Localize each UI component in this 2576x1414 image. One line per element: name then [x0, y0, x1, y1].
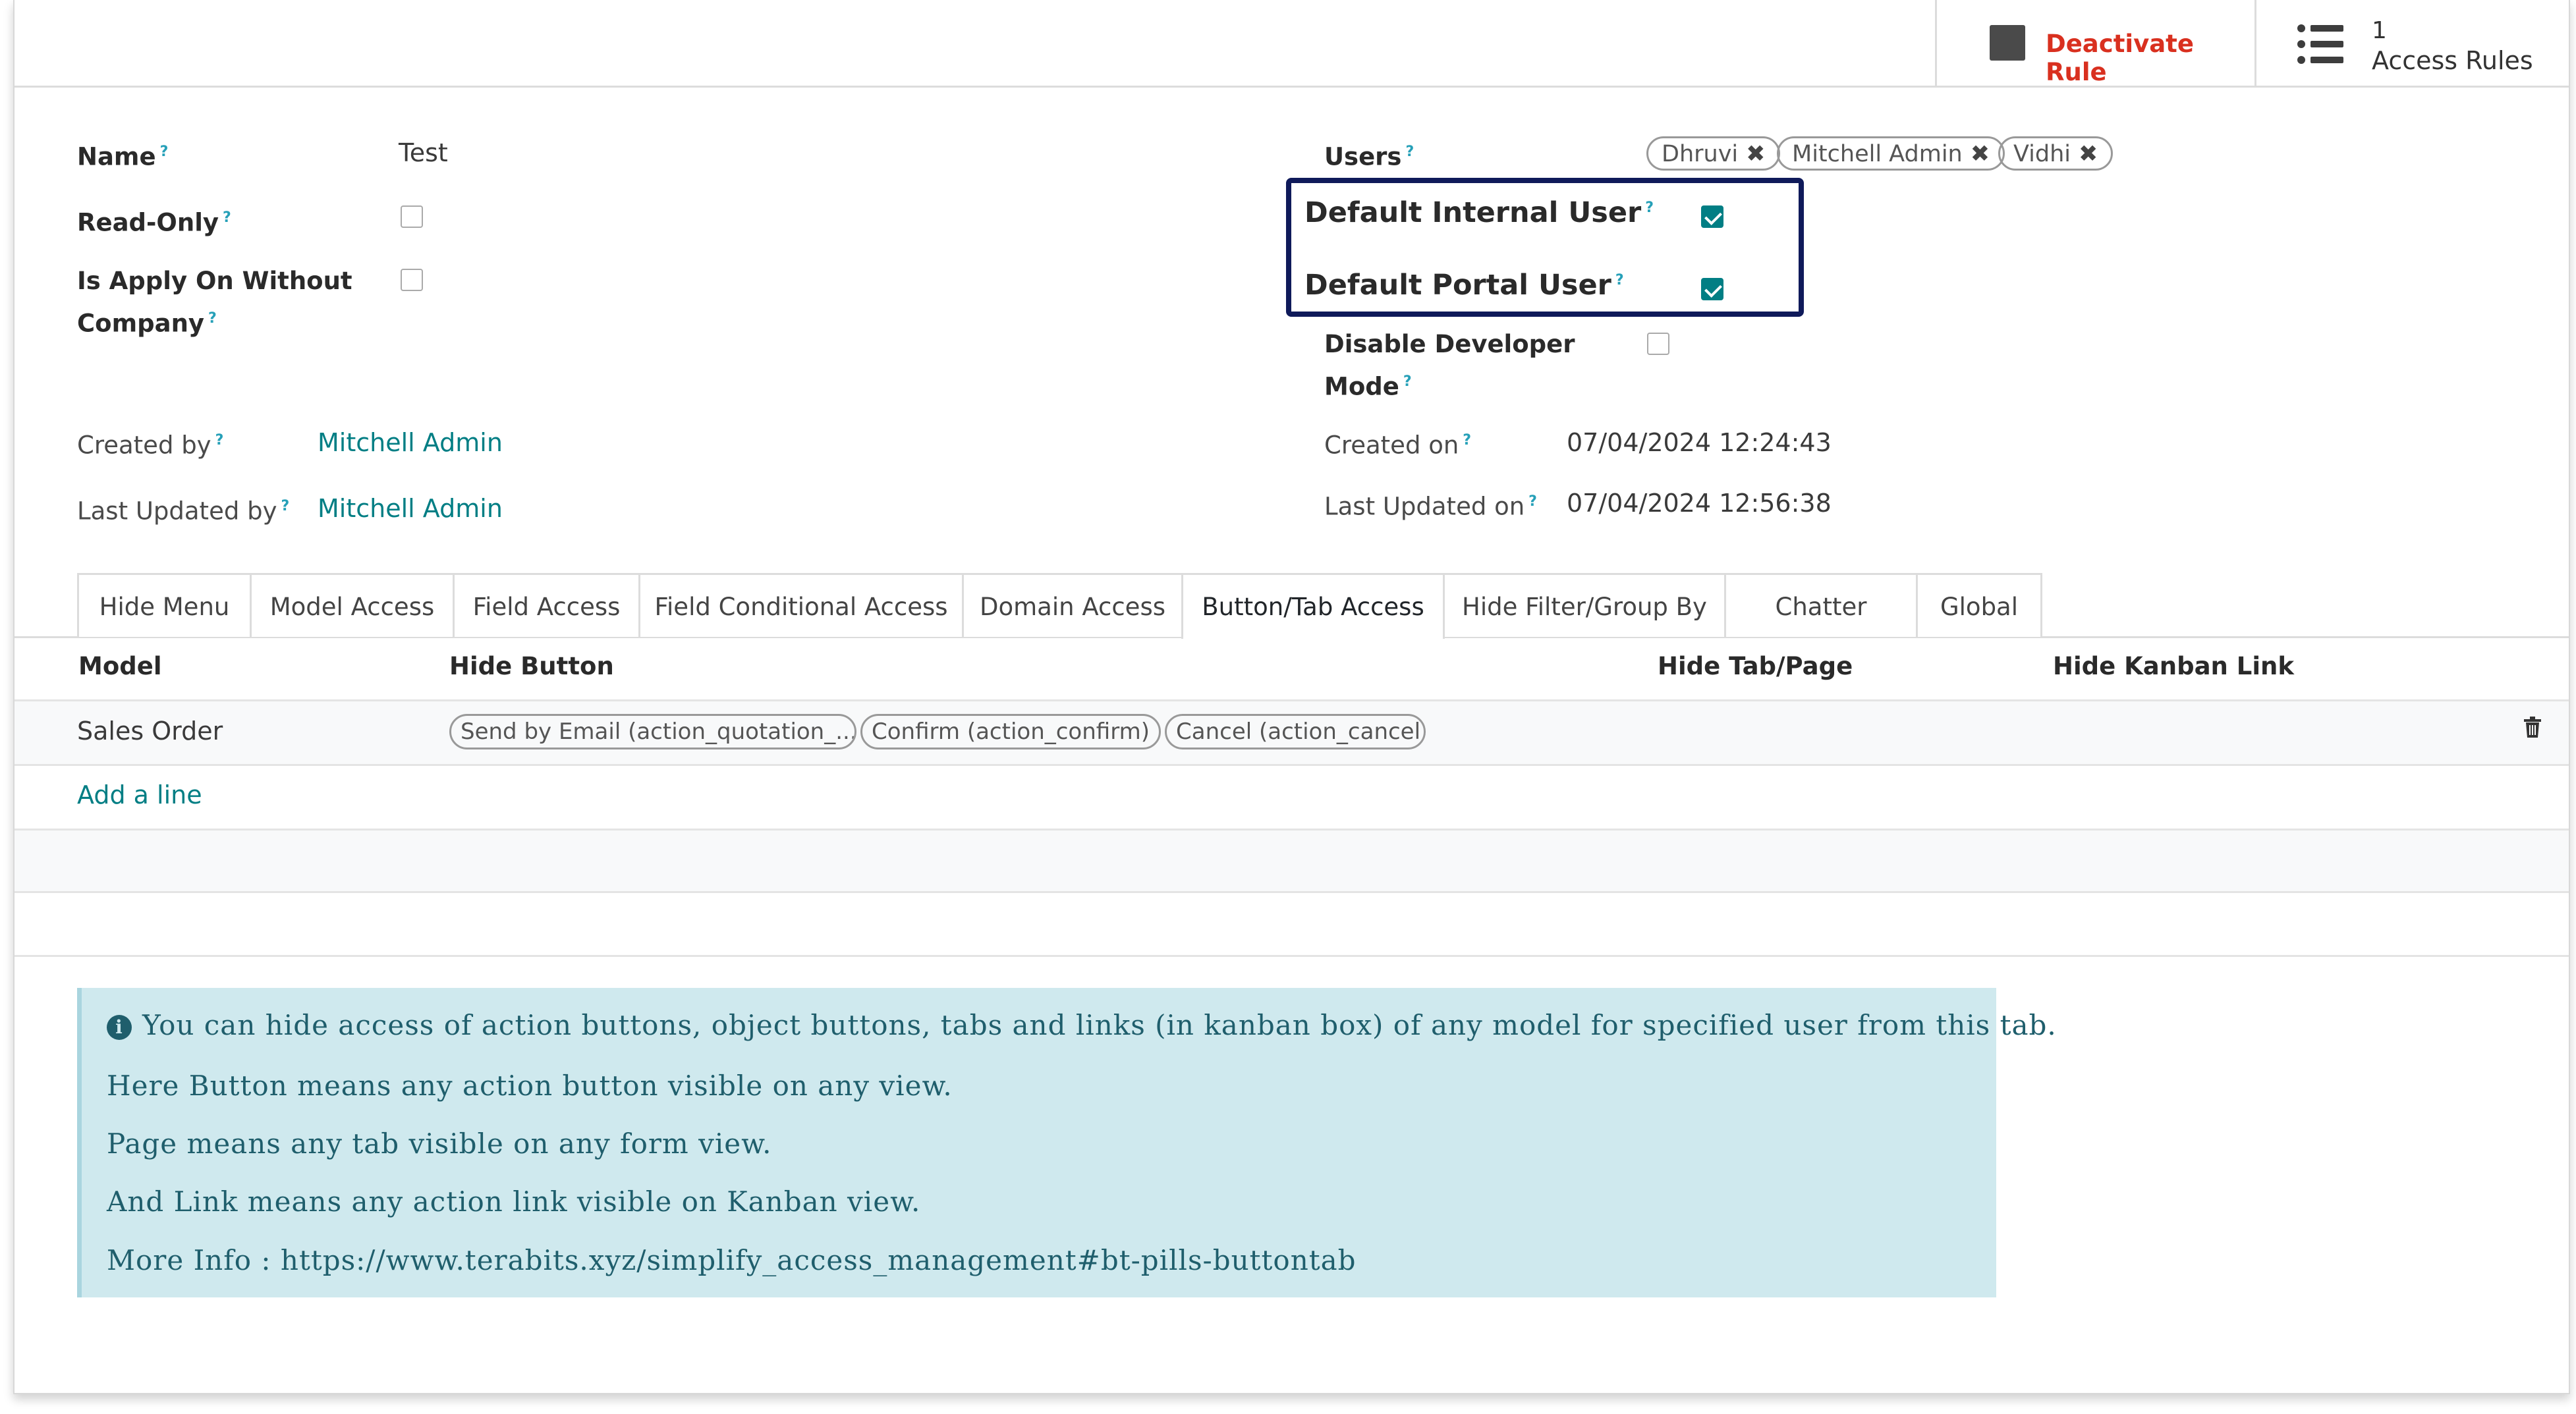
alert-line-1: i You can hide access of action buttons, …	[107, 1009, 2057, 1041]
last-updated-on-value: 07/04/2024 12:56:38	[1567, 489, 1832, 518]
trash-icon[interactable]	[2523, 717, 2542, 738]
tab-button-tab-access[interactable]: Button/Tab Access	[1181, 573, 1445, 639]
column-header-hide-button[interactable]: Hide Button	[449, 652, 614, 680]
stop-icon	[1990, 25, 2025, 61]
alert-line-2: Here Button means any action button visi…	[107, 1070, 953, 1102]
close-icon[interactable]: ✖	[2079, 141, 2098, 167]
row-model-cell[interactable]: Sales Order	[77, 717, 223, 746]
hide-button-tag[interactable]: Send by Email (action_quotation_...	[449, 714, 856, 749]
deactivate-rule-label: Deactivate Rule	[2046, 30, 2194, 86]
list-icon	[2297, 24, 2343, 65]
alert-line-3: Page means any tab visible on any form v…	[107, 1128, 772, 1160]
default-internal-user-label: Default Internal User?	[1304, 196, 1654, 229]
column-header-hide-kanban-link[interactable]: Hide Kanban Link	[2053, 652, 2294, 680]
created-on-label: Created on?	[1324, 431, 1472, 460]
tab-global[interactable]: Global	[1916, 573, 2042, 637]
alert-line-4: And Link means any action link visible o…	[107, 1185, 921, 1218]
form-sheet: Deactivate Rule 1 Access Rules Name? Tes…	[13, 0, 2570, 1394]
readonly-checkbox[interactable]	[401, 205, 423, 228]
close-icon[interactable]: ✖	[1971, 141, 1990, 167]
name-field[interactable]: Test	[399, 138, 448, 167]
name-label: Name?	[77, 142, 169, 171]
default-users-highlight: Default Internal User? Default Portal Us…	[1286, 178, 1804, 317]
access-rules-smart-button[interactable]: 1 Access Rules	[2254, 0, 2571, 86]
disable-dev-mode-label: Disable Developer Mode?	[1324, 330, 1575, 401]
add-a-line-link[interactable]: Add a line	[77, 780, 202, 809]
column-header-model[interactable]: Model	[78, 652, 162, 680]
row-divider	[14, 764, 2569, 766]
disable-dev-mode-checkbox[interactable]	[1647, 333, 1669, 355]
tab-model-access[interactable]: Model Access	[250, 573, 455, 637]
last-updated-on-label: Last Updated on?	[1324, 492, 1537, 521]
access-rules-label: Access Rules	[2372, 46, 2533, 75]
default-portal-user-label: Default Portal User?	[1304, 269, 1624, 302]
apply-without-company-checkbox[interactable]	[401, 269, 423, 291]
button-box: Deactivate Rule 1 Access Rules	[14, 0, 2569, 88]
tab-hide-menu[interactable]: Hide Menu	[77, 573, 252, 637]
hide-button-tag[interactable]: Confirm (action_confirm)	[860, 714, 1161, 749]
table-bottom-divider	[14, 955, 2569, 957]
user-tag-vidhi[interactable]: Vidhi ✖	[1998, 136, 2114, 171]
tab-domain-access[interactable]: Domain Access	[962, 573, 1183, 637]
created-on-value: 07/04/2024 12:24:43	[1567, 428, 1832, 457]
close-icon[interactable]: ✖	[1746, 141, 1765, 167]
tab-chatter[interactable]: Chatter	[1724, 573, 1918, 637]
created-by-link[interactable]: Mitchell Admin	[318, 428, 503, 457]
empty-row	[14, 830, 2569, 891]
tab-hide-filter-group-by[interactable]: Hide Filter/Group By	[1443, 573, 1726, 637]
access-rules-count: 1	[2372, 17, 2387, 44]
apply-without-company-label: Is Apply On Without Company?	[77, 267, 352, 338]
row-divider	[14, 891, 2569, 893]
users-label: Users?	[1324, 142, 1414, 171]
tab-field-conditional-access[interactable]: Field Conditional Access	[638, 573, 964, 637]
info-alert: i You can hide access of action buttons, …	[77, 988, 2056, 1297]
column-header-hide-tab-page[interactable]: Hide Tab/Page	[1658, 652, 1853, 680]
deactivate-rule-button[interactable]: Deactivate Rule	[1935, 0, 2256, 86]
alert-more-info-link[interactable]: More Info : https://www.terabits.xyz/sim…	[107, 1244, 1357, 1276]
readonly-label: Read-Only?	[77, 208, 231, 237]
default-portal-user-checkbox[interactable]	[1701, 278, 1723, 300]
user-tag-dhruvi[interactable]: Dhruvi ✖	[1646, 136, 1781, 171]
default-internal-user-checkbox[interactable]	[1701, 205, 1723, 228]
last-updated-by-label: Last Updated by?	[77, 497, 290, 526]
tab-field-access[interactable]: Field Access	[453, 573, 640, 637]
created-by-label: Created by?	[77, 431, 224, 460]
last-updated-by-link[interactable]: Mitchell Admin	[318, 494, 503, 523]
hide-button-tag[interactable]: Cancel (action_cancel)	[1165, 714, 1426, 749]
info-icon: i	[107, 1015, 132, 1040]
user-tag-mitchell-admin[interactable]: Mitchell Admin ✖	[1777, 136, 2005, 171]
